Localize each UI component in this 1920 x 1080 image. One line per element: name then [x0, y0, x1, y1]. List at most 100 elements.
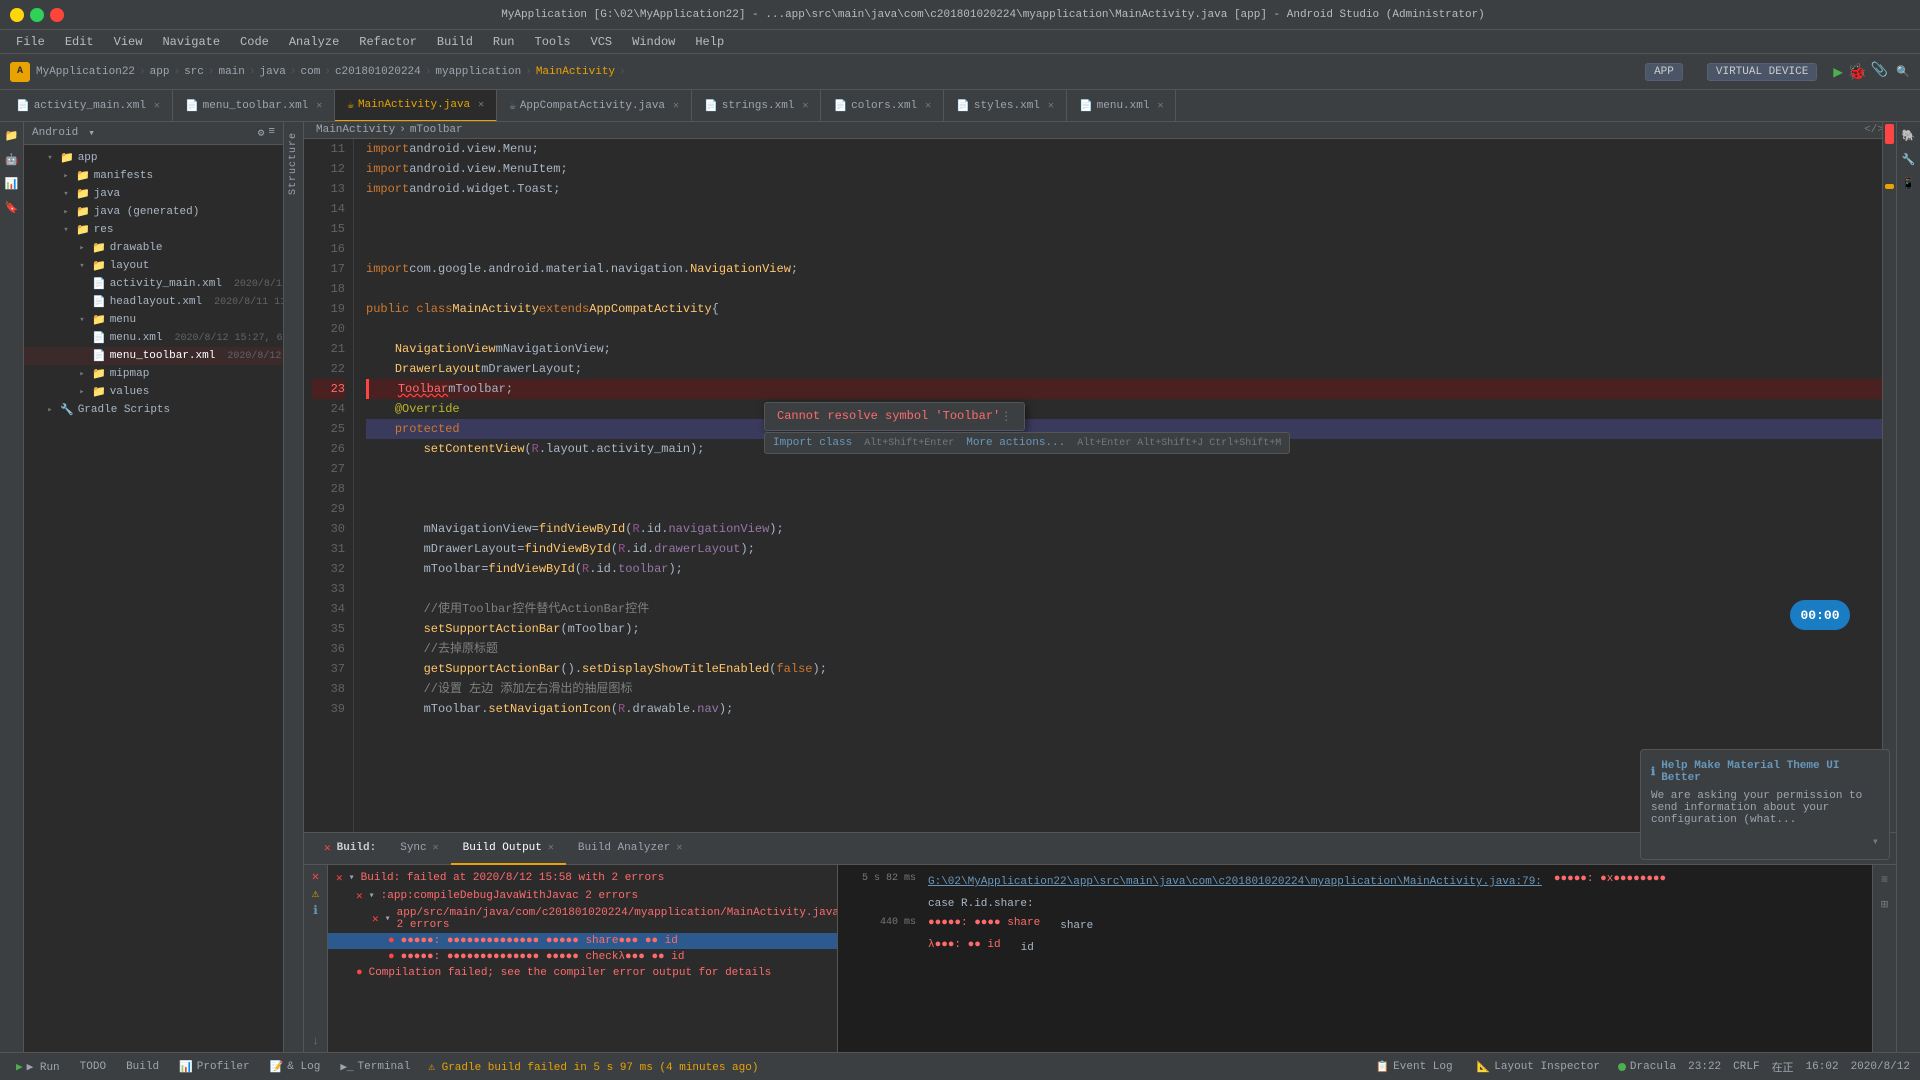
- tree-manifests[interactable]: ▸ 📁 manifests: [24, 167, 283, 185]
- btab-close-sync[interactable]: ✕: [433, 842, 439, 854]
- attach-button[interactable]: 📎: [1871, 62, 1888, 82]
- bc-main[interactable]: main: [218, 66, 244, 78]
- btab-build-analyzer[interactable]: Build Analyzer ✕: [566, 833, 694, 865]
- tab-close-strings[interactable]: ✕: [802, 100, 808, 112]
- bc-app2[interactable]: app: [150, 66, 170, 78]
- tree-mipmap[interactable]: ▸ 📁 mipmap: [24, 365, 283, 383]
- tab-styles[interactable]: 📄 styles.xml ✕: [944, 90, 1067, 122]
- tab-colors[interactable]: 📄 colors.xml ✕: [821, 90, 944, 122]
- tab-close-mainactivity[interactable]: ✕: [478, 99, 484, 111]
- bookmarks-icon[interactable]: 🔖: [2, 198, 22, 218]
- encoding-label[interactable]: CRLF: [1733, 1061, 1759, 1073]
- tree-gradle[interactable]: ▸ 🔧 Gradle Scripts: [24, 401, 283, 419]
- build-item-file[interactable]: ✕ ▾ app/src/main/java/com/c201801020224/…: [328, 905, 837, 933]
- tab-activity-main[interactable]: 📄 activity_main.xml ✕: [4, 90, 173, 122]
- btab-close-build-analyzer[interactable]: ✕: [676, 842, 682, 854]
- right-panel-icon-2[interactable]: ⊞: [1877, 893, 1892, 916]
- sidebar-settings[interactable]: ⚙: [258, 126, 265, 140]
- right-icon-build[interactable]: 🔧: [1899, 150, 1919, 170]
- menu-file[interactable]: File: [8, 33, 53, 51]
- popup-menu-icon[interactable]: ⋮: [1000, 409, 1012, 424]
- tab-close-activity-main[interactable]: ✕: [154, 100, 160, 112]
- build-status-btn[interactable]: Build: [120, 1059, 165, 1075]
- device-selector[interactable]: VIRTUAL DEVICE: [1707, 63, 1817, 81]
- menu-edit[interactable]: Edit: [57, 33, 102, 51]
- tab-close-styles[interactable]: ✕: [1048, 100, 1054, 112]
- run-button[interactable]: ▶: [1833, 62, 1843, 82]
- tree-java-generated[interactable]: ▸ 📁 java (generated): [24, 203, 283, 221]
- tree-drawable[interactable]: ▸ 📁 drawable: [24, 239, 283, 257]
- close-button[interactable]: [50, 8, 64, 22]
- tab-menu-toolbar[interactable]: 📄 menu_toolbar.xml ✕: [173, 90, 335, 122]
- menu-vcs[interactable]: VCS: [583, 33, 621, 51]
- structure-icon[interactable]: 📊: [2, 174, 22, 194]
- build-item-error2[interactable]: ● ●●●●●: ●●●●●●●●●●●●●● ●●●●● checkλ●●● …: [328, 949, 837, 965]
- right-icon-device[interactable]: 📱: [1899, 174, 1919, 194]
- bc-myapp[interactable]: myapplication: [435, 66, 521, 78]
- android-icon[interactable]: 🤖: [2, 150, 22, 170]
- tree-activity-main[interactable]: 📄 activity_main.xml 2020/8/12 15:47, 1.3…: [24, 275, 283, 293]
- tab-close-appcompat[interactable]: ✕: [673, 100, 679, 112]
- tab-strings[interactable]: 📄 strings.xml ✕: [692, 90, 821, 122]
- bc-app[interactable]: MyApplication22: [36, 66, 135, 78]
- menu-navigate[interactable]: Navigate: [154, 33, 228, 51]
- btab-close-build-output[interactable]: ✕: [548, 842, 554, 854]
- menu-window[interactable]: Window: [624, 33, 683, 51]
- bc-pkg[interactable]: c201801020224: [335, 66, 421, 78]
- event-log-btn[interactable]: 📋 Event Log: [1369, 1058, 1458, 1076]
- tree-menu-folder[interactable]: ▾ 📁 menu: [24, 311, 283, 329]
- log-btn[interactable]: 📝 & Log: [264, 1058, 327, 1076]
- todo-btn[interactable]: TODO: [74, 1059, 112, 1075]
- terminal-btn[interactable]: ▶_ Terminal: [334, 1058, 416, 1076]
- menu-tools[interactable]: Tools: [527, 33, 579, 51]
- build-warn-filter[interactable]: ⚠: [312, 886, 319, 901]
- bc-src[interactable]: src: [184, 66, 204, 78]
- build-item-failed[interactable]: ✕ ▾ Build: failed at 2020/8/12 15:58 wit…: [328, 869, 837, 887]
- sidebar-collapse[interactable]: ≡: [268, 126, 275, 140]
- run-status-btn[interactable]: ▶ ▶ Run: [10, 1058, 66, 1076]
- more-actions[interactable]: More actions...: [966, 437, 1065, 449]
- bc-mainactivity[interactable]: MainActivity: [536, 66, 615, 78]
- code-lines[interactable]: import android.view.Menu; import android…: [354, 139, 1896, 832]
- build-item-comp-failed[interactable]: ● Compilation failed; see the compiler e…: [328, 965, 837, 981]
- menu-run[interactable]: Run: [485, 33, 523, 51]
- tree-res[interactable]: ▾ 📁 res: [24, 221, 283, 239]
- layout-inspector-btn[interactable]: 📐 Layout Inspector: [1471, 1058, 1606, 1076]
- menu-code[interactable]: Code: [232, 33, 277, 51]
- tree-values[interactable]: ▸ 📁 values: [24, 383, 283, 401]
- tab-close-menu-toolbar[interactable]: ✕: [316, 100, 322, 112]
- right-panel-icon-1[interactable]: ≡: [1877, 869, 1892, 891]
- build-item-error1[interactable]: ● ●●●●●: ●●●●●●●●●●●●●● ●●●●● share●●● ●…: [328, 933, 837, 949]
- project-icon[interactable]: 📁: [2, 126, 22, 146]
- app-selector[interactable]: APP: [1645, 63, 1683, 81]
- btab-build-output[interactable]: Build Output ✕: [451, 833, 566, 865]
- tree-menu-toolbar-xml[interactable]: 📄 menu_toolbar.xml 2020/8/12 15:50, 757 …: [24, 347, 283, 365]
- import-class-action[interactable]: Import class: [773, 437, 852, 449]
- structure-label[interactable]: Structure: [288, 132, 299, 195]
- code-editor[interactable]: MainActivity › mToolbar </> 11 12 13 14 …: [304, 122, 1896, 832]
- search-everywhere[interactable]: 🔍: [1896, 67, 1910, 79]
- tree-headlayout[interactable]: 📄 headlayout.xml 2020/8/11 11:39, 1.18 k…: [24, 293, 283, 311]
- file-expand[interactable]: ▾: [385, 913, 391, 925]
- menu-refactor[interactable]: Refactor: [351, 33, 425, 51]
- menu-view[interactable]: View: [106, 33, 151, 51]
- tree-app[interactable]: ▾ 📁 app: [24, 149, 283, 167]
- tab-close-menu[interactable]: ✕: [1157, 100, 1163, 112]
- profiler-btn[interactable]: 📊 Profiler: [173, 1058, 256, 1076]
- build-scroll-end[interactable]: ↓: [312, 1036, 319, 1048]
- build-expand[interactable]: ▾: [349, 872, 355, 884]
- build-info-filter[interactable]: ℹ: [313, 903, 318, 918]
- minimize-button[interactable]: [10, 8, 24, 22]
- tree-java[interactable]: ▾ 📁 java: [24, 185, 283, 203]
- bc-java[interactable]: java: [260, 66, 286, 78]
- menu-build[interactable]: Build: [429, 33, 481, 51]
- compile-expand[interactable]: ▾: [369, 890, 375, 902]
- menu-analyze[interactable]: Analyze: [281, 33, 347, 51]
- right-icon-gradle[interactable]: 🐘: [1899, 126, 1919, 146]
- tab-menu[interactable]: 📄 menu.xml ✕: [1067, 90, 1177, 122]
- build-error-filter[interactable]: ✕: [312, 869, 319, 884]
- notification-expand[interactable]: ▾: [1872, 834, 1879, 849]
- tab-mainactivity[interactable]: ☕ MainActivity.java ✕: [335, 90, 497, 122]
- tab-appcompat[interactable]: ☕ AppCompatActivity.java ✕: [497, 90, 692, 122]
- output-path[interactable]: G:\02\MyApplication22\app\src\main\java\…: [928, 873, 1542, 891]
